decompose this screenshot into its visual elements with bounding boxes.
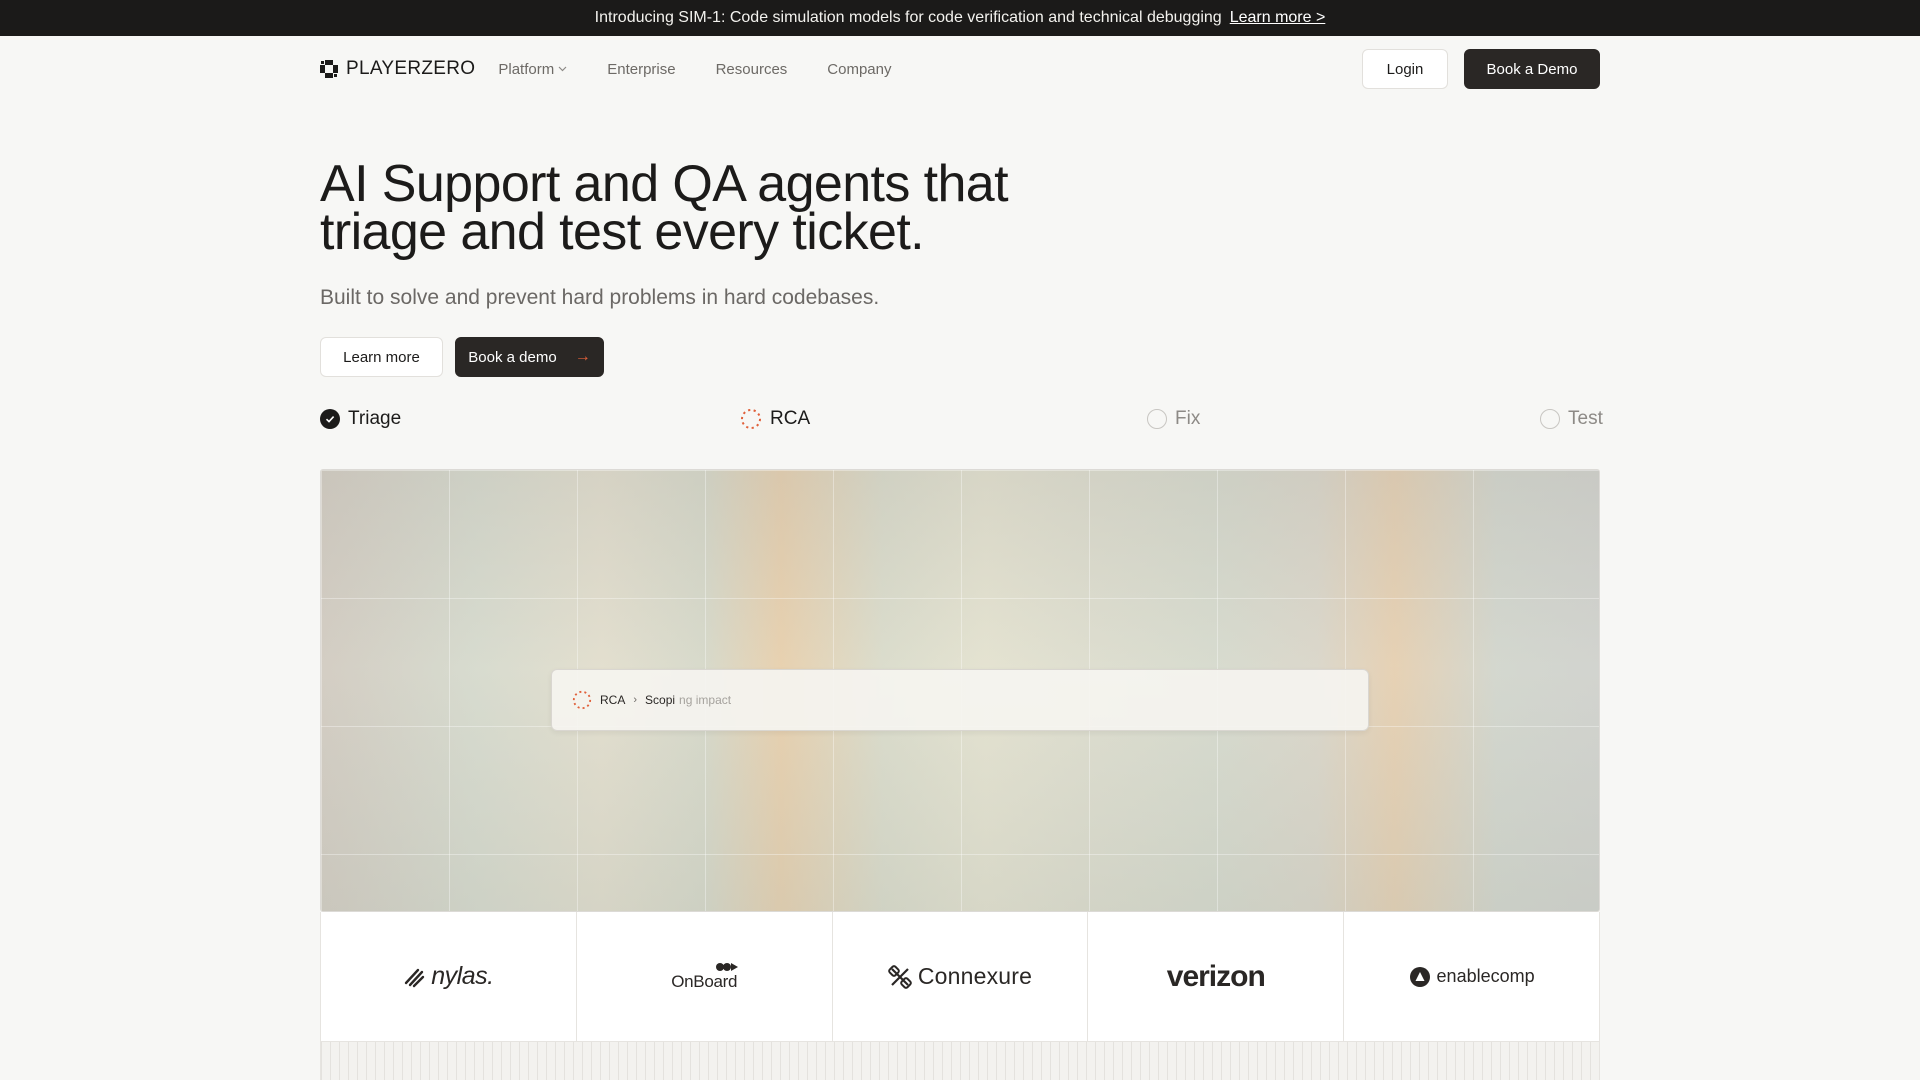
brand-name: PLAYERZERO: [346, 58, 476, 79]
empty-circle-icon: [1540, 409, 1560, 429]
brand-logo[interactable]: PLAYERZERO: [320, 58, 475, 80]
nav-link-label: Platform: [498, 60, 555, 78]
hero-title-line-2: triage and test every ticket.: [320, 203, 925, 261]
logo-connexure: Connexure: [833, 912, 1089, 1041]
step-fix[interactable]: Fix: [1147, 408, 1200, 430]
nav-actions: Login Book a Demo: [1362, 49, 1600, 89]
loading-spinner-icon: [741, 409, 761, 429]
step-label: Triage: [348, 408, 402, 429]
step-test[interactable]: Test: [1540, 408, 1603, 430]
status-step: RCA: [600, 693, 626, 707]
announcement-text: Introducing SIM-1: Code simulation model…: [594, 9, 1222, 26]
step-label: Test: [1568, 408, 1603, 429]
empty-circle-icon: [1147, 409, 1167, 429]
nav-link-company[interactable]: Company: [827, 61, 891, 78]
loading-spinner-icon: [572, 690, 592, 710]
logo-onboard: OnBoard: [577, 912, 833, 1041]
step-rca[interactable]: RCA: [740, 408, 810, 430]
nav-link-label: Resources: [715, 60, 788, 78]
learn-more-label: Learn more: [343, 348, 420, 366]
nav-link-label: Company: [827, 60, 892, 78]
nav-link-label: Enterprise: [607, 60, 676, 78]
book-a-demo-button[interactable]: Book a Demo: [1464, 49, 1600, 89]
book-demo-label: Book a demo: [468, 348, 557, 366]
nylas-mark-icon: [405, 968, 425, 987]
logo-text: enablecomp: [1436, 966, 1535, 986]
logo-enablecomp: enablecomp: [1344, 912, 1599, 1041]
hero-ctas: Learn more Book a demo →: [320, 337, 604, 377]
nav-link-enterprise[interactable]: Enterprise: [607, 61, 675, 78]
product-visual-panel: RCA › Scopi ng impact: [320, 469, 1600, 912]
hero-title: AI Support and QA agents that triage and…: [320, 158, 1120, 258]
main-nav: PLAYERZERO Platform Enterprise Resources…: [320, 36, 1600, 102]
logo-text: OnBoard: [671, 971, 738, 991]
workflow-steps: Triage RCA Fix Test: [320, 408, 1603, 438]
connexure-mark-icon: [887, 964, 912, 989]
announcement-learn-more-link[interactable]: Learn more >: [1230, 9, 1326, 27]
status-activity-done: Scopi: [645, 693, 676, 707]
customer-logos: nylas. OnBoard Connexure verizon enablec…: [320, 912, 1600, 1042]
check-icon: [320, 409, 340, 429]
learn-more-button[interactable]: Learn more: [320, 337, 443, 377]
logo-text: verizon: [1166, 959, 1266, 993]
nav-link-resources[interactable]: Resources: [716, 61, 788, 78]
status-activity-rest: ng impact: [679, 693, 732, 707]
onboard-mark-icon: [716, 962, 739, 971]
enablecomp-mark-icon: [1409, 966, 1430, 987]
step-label: Fix: [1175, 408, 1201, 429]
agent-status-card: RCA › Scopi ng impact: [551, 669, 1369, 731]
hero-subtitle: Built to solve and prevent hard problems…: [320, 286, 880, 309]
announcement-bar: Introducing SIM-1: Code simulation model…: [0, 0, 1920, 36]
book-a-demo-hero-button[interactable]: Book a demo →: [455, 337, 604, 377]
step-triage[interactable]: Triage: [320, 408, 401, 430]
chevron-down-icon: [558, 66, 567, 72]
login-button[interactable]: Login: [1362, 49, 1448, 89]
step-label: RCA: [770, 408, 811, 429]
logo-verizon: verizon: [1088, 912, 1345, 1041]
arrow-right-icon: →: [574, 348, 591, 365]
playerzero-logo-icon: [320, 60, 338, 78]
logo-text: Connexure: [917, 963, 1033, 989]
decorative-stripes: [320, 1042, 1600, 1080]
logo-nylas: nylas.: [321, 912, 577, 1041]
logo-text: nylas.: [431, 962, 494, 990]
chevron-right-icon: ›: [633, 694, 638, 706]
nav-link-platform[interactable]: Platform: [498, 61, 567, 78]
nav-links: Platform Enterprise Resources Company: [498, 61, 891, 78]
